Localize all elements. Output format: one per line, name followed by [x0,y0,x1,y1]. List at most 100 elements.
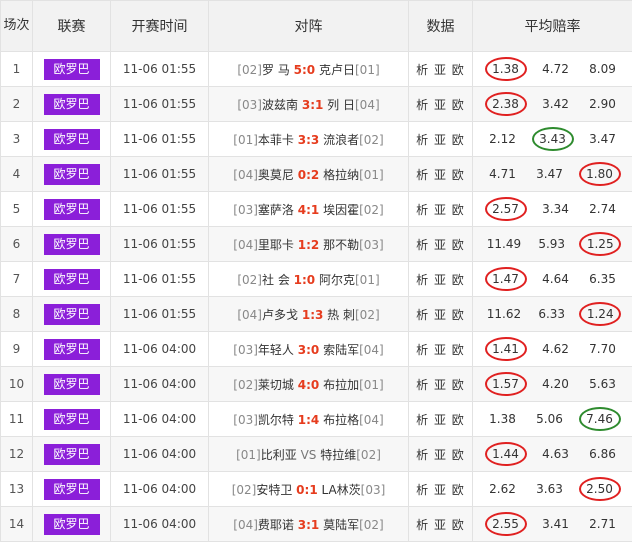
data-links[interactable]: 析 亚 欧 [409,192,473,227]
league-badge[interactable]: 欧罗巴 [44,59,100,80]
match-score[interactable]: 3:1 [302,98,324,112]
match-score[interactable]: 1:3 [302,308,324,322]
match-score[interactable]: 3:1 [298,518,320,532]
data-links[interactable]: 析 亚 欧 [409,227,473,262]
row-index: 10 [1,367,33,402]
odds-value: 5.63 [585,375,621,393]
away-team[interactable]: 埃因霍 [323,203,359,217]
home-team[interactable]: 安特卫 [256,483,292,497]
match-score[interactable]: 4:1 [298,203,320,217]
match-score[interactable]: 1:0 [294,273,316,287]
data-links[interactable]: 析 亚 欧 [409,297,473,332]
data-links[interactable]: 析 亚 欧 [409,332,473,367]
league-badge[interactable]: 欧罗巴 [44,444,100,465]
league-badge[interactable]: 欧罗巴 [44,129,100,150]
match-score[interactable]: 3:0 [298,343,320,357]
match-score[interactable]: 1:4 [298,413,320,427]
league-badge[interactable]: 欧罗巴 [44,514,100,535]
league-badge[interactable]: 欧罗巴 [44,304,100,325]
away-rank: [04] [359,343,384,357]
match-score[interactable]: 0:2 [298,168,320,182]
data-links[interactable]: 析 亚 欧 [409,367,473,402]
match-score[interactable]: VS [301,448,317,462]
data-links[interactable]: 析 亚 欧 [409,437,473,472]
away-team[interactable]: 索陆军 [323,343,359,357]
home-team[interactable]: 波兹南 [262,98,298,112]
odds-cell: 1.474.646.35 [473,262,632,297]
home-team[interactable]: 莱切城 [258,378,294,392]
match-score[interactable]: 1:2 [298,238,320,252]
home-team[interactable]: 年轻人 [258,343,294,357]
league-cell: 欧罗巴 [33,262,111,297]
data-links[interactable]: 析 亚 欧 [409,402,473,437]
match-cell: [02]社 会 1:0 阿尔克[01] [209,262,409,297]
match-score[interactable]: 0:1 [296,483,318,497]
home-team[interactable]: 本菲卡 [258,133,294,147]
home-team[interactable]: 凯尔特 [258,413,294,427]
away-team[interactable]: LA林茨 [322,483,361,497]
away-rank: [02] [359,518,384,532]
away-team[interactable]: 布拉格 [323,413,359,427]
league-badge[interactable]: 欧罗巴 [44,234,100,255]
data-links[interactable]: 析 亚 欧 [409,472,473,507]
away-team[interactable]: 莫陆军 [323,518,359,532]
league-badge[interactable]: 欧罗巴 [44,164,100,185]
data-links[interactable]: 析 亚 欧 [409,507,473,542]
odds-value: 4.20 [538,375,574,393]
away-team[interactable]: 阿尔克 [319,273,355,287]
away-rank: [02] [355,308,380,322]
away-rank: [02] [359,133,384,147]
home-team[interactable]: 塞萨洛 [258,203,294,217]
match-score[interactable]: 5:0 [294,63,316,77]
league-badge[interactable]: 欧罗巴 [44,409,100,430]
league-badge[interactable]: 欧罗巴 [44,199,100,220]
home-team[interactable]: 卢多戈 [262,308,298,322]
match-cell: [04]奥莫尼 0:2 格拉纳[01] [209,157,409,192]
match-cell: [01]本菲卡 3:3 流浪者[02] [209,122,409,157]
odds-value: 1.80 [579,162,621,186]
data-links[interactable]: 析 亚 欧 [409,122,473,157]
away-team[interactable]: 特拉维 [320,448,356,462]
home-team[interactable]: 里耶卡 [258,238,294,252]
league-badge[interactable]: 欧罗巴 [44,339,100,360]
away-team[interactable]: 列 日 [327,98,355,112]
odds-cell: 11.495.931.25 [473,227,632,262]
odds-value: 1.44 [485,442,527,466]
league-badge[interactable]: 欧罗巴 [44,374,100,395]
row-index: 14 [1,507,33,542]
away-team[interactable]: 热 刺 [327,308,355,322]
away-team[interactable]: 布拉加 [323,378,359,392]
league-badge[interactable]: 欧罗巴 [44,269,100,290]
odds-value: 1.38 [485,57,527,81]
home-rank: [02] [237,63,262,77]
odds-value: 4.72 [538,60,574,78]
odds-cell: 1.574.205.63 [473,367,632,402]
home-team[interactable]: 罗 马 [262,63,290,77]
match-score[interactable]: 3:3 [298,133,320,147]
col-seq: 场次 [1,1,33,52]
home-team[interactable]: 比利亚 [261,448,297,462]
odds-value: 6.86 [585,445,621,463]
data-links[interactable]: 析 亚 欧 [409,52,473,87]
data-links[interactable]: 析 亚 欧 [409,157,473,192]
league-badge[interactable]: 欧罗巴 [44,94,100,115]
home-team[interactable]: 奥莫尼 [258,168,294,182]
data-links[interactable]: 析 亚 欧 [409,87,473,122]
table-row: 2欧罗巴11-06 01:55[03]波兹南 3:1 列 日[04]析 亚 欧2… [1,87,632,122]
away-team[interactable]: 克卢日 [319,63,355,77]
away-team[interactable]: 格拉纳 [323,168,359,182]
odds-cell: 1.385.067.46 [473,402,632,437]
data-links[interactable]: 析 亚 欧 [409,262,473,297]
home-team[interactable]: 社 会 [262,273,290,287]
odds-value: 4.71 [485,165,521,183]
table-row: 12欧罗巴11-06 04:00[01]比利亚 VS 特拉维[02]析 亚 欧1… [1,437,632,472]
odds-value: 8.09 [585,60,621,78]
league-badge[interactable]: 欧罗巴 [44,479,100,500]
away-team[interactable]: 流浪者 [323,133,359,147]
odds-value: 4.64 [538,270,574,288]
away-team[interactable]: 那不勒 [323,238,359,252]
kickoff-time: 11-06 01:55 [111,192,209,227]
league-cell: 欧罗巴 [33,227,111,262]
home-team[interactable]: 费耶诺 [258,518,294,532]
match-score[interactable]: 4:0 [298,378,320,392]
